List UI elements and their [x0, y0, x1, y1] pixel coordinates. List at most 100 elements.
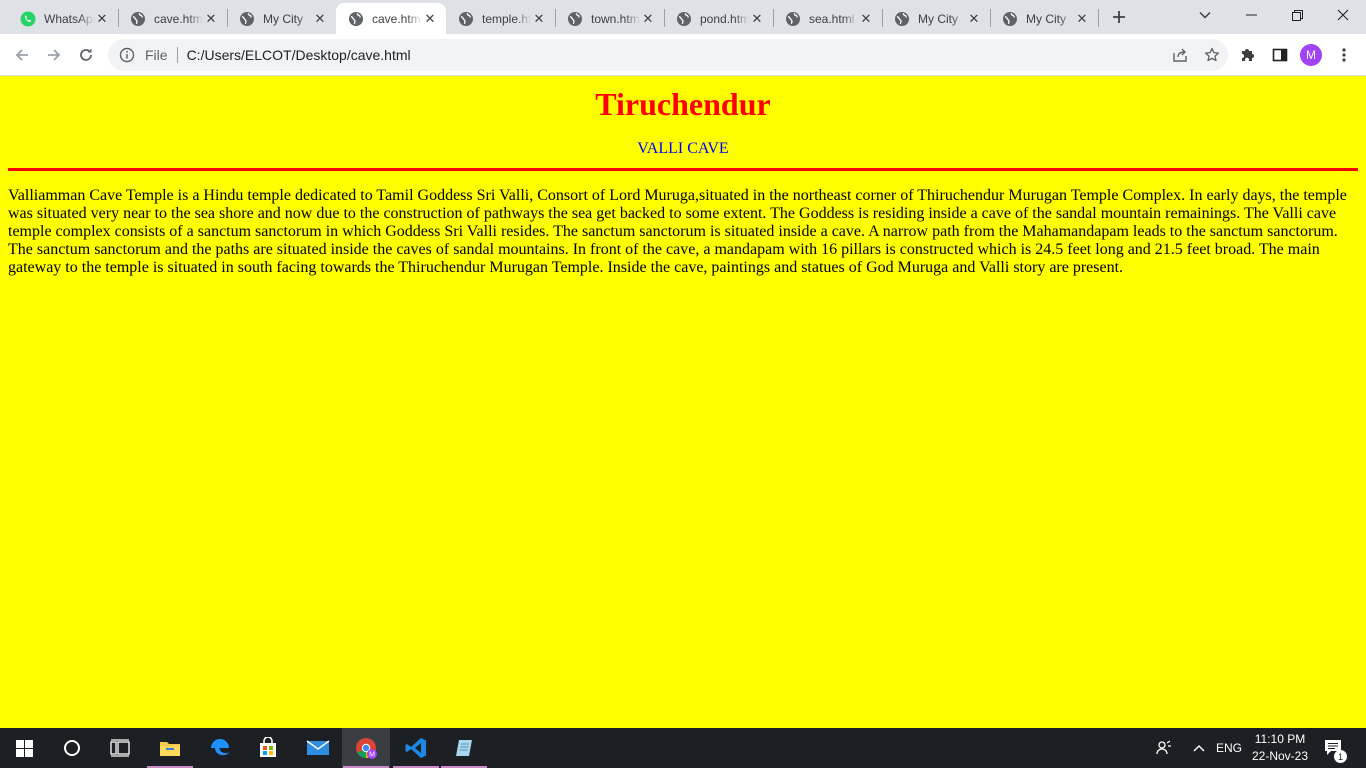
globe-icon — [459, 11, 473, 26]
browser-toolbar: File C:/Users/ELCOT/Desktop/cave.html M — [0, 34, 1366, 76]
svg-text:M: M — [369, 752, 375, 759]
reload-button[interactable] — [72, 41, 100, 69]
star-icon — [1204, 47, 1220, 62]
share-icon — [1173, 48, 1187, 62]
task-view-icon — [110, 739, 130, 757]
puzzle-icon — [1242, 49, 1254, 61]
tab-sea[interactable]: sea.html ✕ — [773, 3, 882, 34]
tab-title: temple.html — [482, 11, 531, 26]
globe-icon — [349, 11, 363, 26]
close-icon[interactable]: ✕ — [749, 11, 765, 27]
tab-temple[interactable]: temple.html ✕ — [446, 3, 555, 34]
chrome-button[interactable]: M — [342, 728, 390, 768]
close-icon[interactable]: ✕ — [312, 11, 328, 27]
globe-icon — [240, 11, 254, 26]
globe-icon — [895, 11, 909, 26]
scheme-label: File — [145, 47, 168, 63]
people-button[interactable] — [1150, 728, 1178, 768]
address-bar[interactable]: File C:/Users/ELCOT/Desktop/cave.html — [108, 39, 1228, 71]
new-tab-button[interactable] — [1106, 5, 1132, 29]
globe-icon — [786, 11, 800, 26]
tab-whatsapp[interactable]: WhatsApp ✕ — [8, 3, 118, 34]
tab-title: My City — [1026, 11, 1066, 26]
side-panel-button[interactable] — [1266, 41, 1294, 69]
task-view-button[interactable] — [96, 728, 144, 768]
close-icon[interactable]: ✕ — [858, 11, 874, 27]
close-icon[interactable]: ✕ — [640, 11, 656, 27]
cortana-icon — [64, 740, 80, 756]
close-icon — [1337, 9, 1349, 21]
close-icon[interactable]: ✕ — [1074, 11, 1090, 27]
bookmark-button[interactable] — [1196, 39, 1228, 71]
tab-title: My City — [918, 11, 958, 26]
extensions-button[interactable] — [1234, 41, 1262, 69]
tab-title: town.html — [591, 11, 640, 26]
page-title: Tiruchendur — [595, 86, 771, 122]
reload-icon — [80, 48, 92, 61]
vscode-icon — [405, 738, 426, 758]
menu-button[interactable] — [1330, 41, 1358, 69]
profile-avatar[interactable]: M — [1300, 44, 1322, 66]
clock[interactable]: 11:10 PM 22-Nov-23 — [1240, 731, 1320, 765]
web-page: Tiruchendur VALLI CAVE Valliamman Cave T… — [0, 77, 1366, 728]
tab-my-city-3[interactable]: My City ✕ — [990, 3, 1098, 34]
tab-strip: WhatsApp ✕ cave.html ✕ My City ✕ cave.ht… — [0, 0, 1366, 34]
edge-button[interactable] — [196, 728, 244, 768]
side-panel-icon — [1272, 48, 1288, 62]
tab-search-button[interactable] — [1182, 0, 1228, 30]
page-subtitle: VALLI CAVE — [637, 140, 729, 157]
search-button[interactable] — [48, 728, 96, 768]
plus-icon — [1113, 11, 1125, 23]
horizontal-rule — [8, 168, 1358, 171]
tab-cave-1[interactable]: cave.html ✕ — [118, 3, 227, 34]
minimize-icon — [1245, 14, 1257, 16]
info-icon[interactable] — [119, 47, 135, 63]
folder-icon — [160, 742, 180, 756]
action-center-button[interactable]: 1 — [1320, 728, 1348, 768]
tab-pond[interactable]: pond.html ✕ — [664, 3, 773, 34]
close-icon[interactable]: ✕ — [203, 11, 219, 27]
show-hidden-icons-button[interactable] — [1186, 728, 1212, 768]
chevron-down-icon — [1199, 11, 1211, 19]
url-text[interactable]: C:/Users/ELCOT/Desktop/cave.html — [187, 47, 1164, 63]
minimize-button[interactable] — [1228, 0, 1274, 30]
restore-button[interactable] — [1274, 0, 1320, 30]
close-icon[interactable]: ✕ — [966, 11, 982, 27]
notepad-icon — [456, 740, 472, 756]
edge-icon — [211, 739, 230, 756]
forward-button[interactable] — [40, 41, 68, 69]
file-explorer-button[interactable] — [146, 728, 194, 768]
tab-title: sea.html — [809, 11, 855, 26]
start-button[interactable] — [0, 728, 48, 768]
globe-icon — [677, 11, 691, 26]
back-button[interactable] — [8, 41, 36, 69]
tab-title: WhatsApp — [44, 11, 94, 26]
globe-icon — [1003, 11, 1017, 26]
close-icon[interactable]: ✕ — [422, 11, 438, 27]
arrow-right-icon — [48, 49, 61, 61]
vscode-button[interactable] — [392, 728, 440, 768]
people-icon — [1156, 740, 1171, 755]
close-icon[interactable]: ✕ — [94, 11, 110, 27]
store-button[interactable] — [244, 728, 292, 768]
tab-my-city-1[interactable]: My City ✕ — [227, 3, 336, 34]
tab-title: cave.html — [154, 11, 203, 26]
windows-taskbar: M ENG 11:10 PM 22-Nov-23 1 — [0, 728, 1366, 768]
tab-cave-active[interactable]: cave.html ✕ — [336, 3, 446, 34]
globe-icon — [131, 11, 145, 26]
clock-date: 22-Nov-23 — [1251, 749, 1309, 763]
share-button[interactable] — [1164, 39, 1196, 71]
page-paragraph: Valliamman Cave Temple is a Hindu temple… — [8, 187, 1347, 276]
arrow-left-icon — [15, 49, 28, 61]
tab-my-city-2[interactable]: My City ✕ — [882, 3, 990, 34]
tab-separator — [1098, 9, 1099, 27]
mail-button[interactable] — [294, 728, 342, 768]
notepad-button[interactable] — [440, 728, 488, 768]
whatsapp-icon — [20, 11, 36, 26]
close-window-button[interactable] — [1320, 0, 1366, 30]
tab-title: cave.html — [372, 11, 422, 26]
restore-icon — [1291, 9, 1303, 21]
windows-logo-icon — [15, 739, 33, 757]
tab-town[interactable]: town.html ✕ — [555, 3, 664, 34]
close-icon[interactable]: ✕ — [531, 11, 547, 27]
